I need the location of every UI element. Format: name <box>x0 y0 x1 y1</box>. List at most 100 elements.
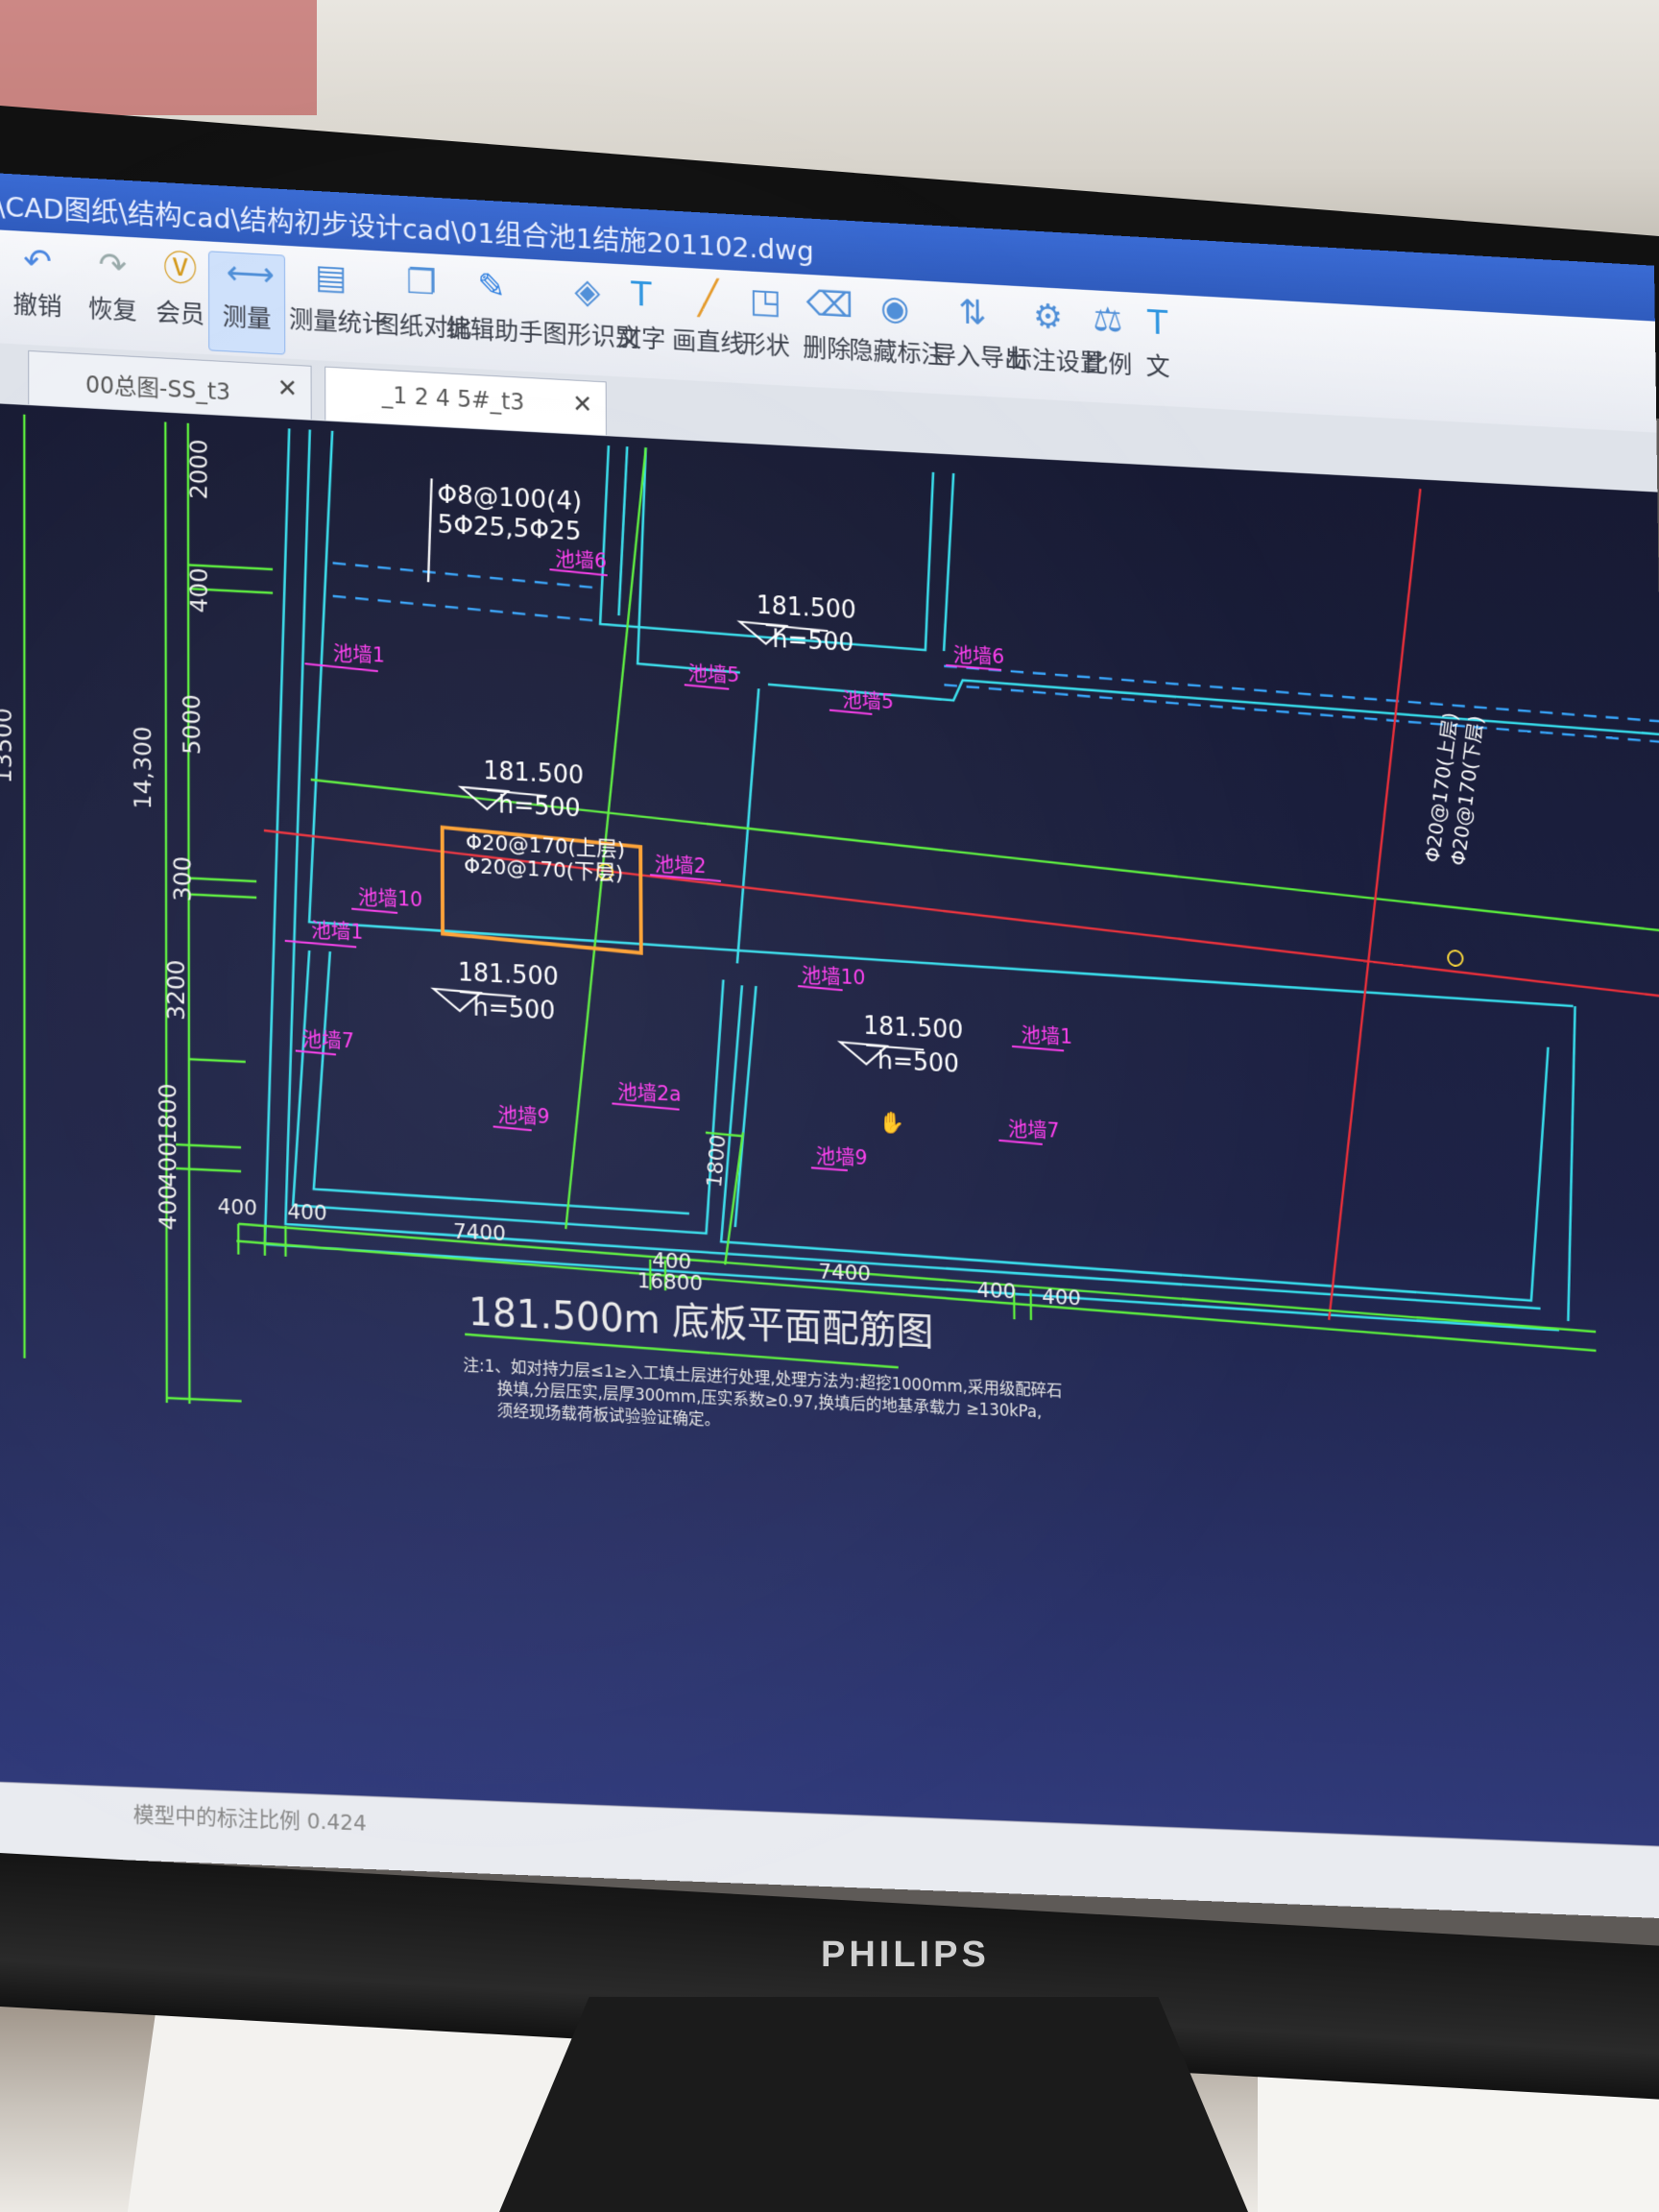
import-export-icon: ⇅ <box>958 293 987 333</box>
wall-label: 池墙1 <box>1021 1022 1072 1048</box>
dim-bottom: 7400 <box>453 1219 506 1246</box>
toolbar-button[interactable]: ⚖ 比例 <box>1075 299 1141 399</box>
elevation-value: 181.500 <box>458 958 559 992</box>
dim-inner: 1800 <box>703 1133 731 1189</box>
wall-label: 池墙9 <box>497 1103 549 1129</box>
wall-label: 池墙6 <box>953 642 1004 668</box>
plan-title: 181.500m 底板平面配筋图 <box>469 1290 934 1355</box>
pool-walls <box>263 427 1659 1335</box>
dim-bottom: 400 <box>287 1200 326 1226</box>
dim-total-left: 14,300 <box>129 726 156 810</box>
close-icon[interactable]: ✕ <box>572 390 592 419</box>
toolbar-button-label: 画直线 <box>671 326 745 359</box>
dim-3200: 3200 <box>162 959 190 1022</box>
toolbar-button[interactable]: ⟷ 测量 <box>207 251 286 355</box>
dim-far-left: 13500 <box>0 707 17 783</box>
dim-total-bottom: 16800 <box>637 1269 703 1296</box>
dim-bottom: 400 <box>976 1279 1016 1305</box>
slab-height: h=500 <box>772 625 854 658</box>
toolbar-button[interactable]: ▤ 测量统计 <box>288 255 387 358</box>
ruler-icon: ⟷ <box>226 253 275 296</box>
redo-icon: ↷ <box>98 245 128 286</box>
toolbar-button-label: 形状 <box>741 330 790 362</box>
toolbar-button[interactable]: ✎ 编辑助手 <box>445 264 542 367</box>
wall-label: 池墙2a <box>617 1080 682 1106</box>
dim-400: 400 <box>185 567 213 614</box>
toolbar-button[interactable]: ◉ 隐藏标注 <box>849 286 945 389</box>
wall-label: 池墙1 <box>311 918 363 944</box>
screen: \CAD图纸\结构cad\结构初步设计cad\01组合池1结施201102.dw… <box>0 173 1659 1919</box>
slab-height: h=500 <box>498 790 581 823</box>
toolbar-button-label: 删除 <box>803 333 852 365</box>
toolbar-button-label: 撤销 <box>12 291 62 323</box>
dim-400b: 400 <box>154 1141 181 1188</box>
toolbar-button[interactable]: ⇅ 导入导出 <box>931 291 1029 393</box>
text-icon: T <box>1146 303 1168 344</box>
wall-label: 池墙9 <box>816 1143 868 1169</box>
measure-stats-icon: ▤ <box>315 257 348 299</box>
monitor: \CAD图纸\结构cad\结构初步设计cad\01组合池1结施201102.dw… <box>0 0 1659 2212</box>
toolbar-button-label: 导入导出 <box>931 341 1029 374</box>
wall-label: 池墙10 <box>358 885 422 911</box>
vip-icon: Ⓥ <box>163 249 198 290</box>
shapes-icon: ◳ <box>749 281 781 323</box>
left-dimension-texts: 13500 14,300 2000 400 5000 300 3200 1800… <box>0 439 213 1231</box>
elevation-marker: 181.500 h=500 <box>739 591 856 658</box>
dim-400c: 400 <box>154 1184 181 1231</box>
elevation-value: 181.500 <box>757 591 856 625</box>
eraser-icon: ⌫ <box>805 284 854 326</box>
tab-label: 00总图-SS_t3 <box>85 371 231 406</box>
monitor-stand <box>499 1997 1248 2212</box>
toolbar-button[interactable]: ◳ 形状 <box>737 280 794 381</box>
wall-label: 池墙5 <box>842 687 894 713</box>
toolbar-button[interactable]: ╱ 画直线 <box>671 276 746 378</box>
slab-height: h=500 <box>473 993 556 1025</box>
scale-icon: ⚖ <box>1093 300 1123 341</box>
compare-icon: ❐ <box>406 262 437 303</box>
left-dimension-lines <box>24 415 273 1407</box>
toolbar-button-label: 文 <box>1145 352 1170 383</box>
dim-bottom: 400 <box>218 1195 257 1221</box>
settings-icon: ⚙ <box>1033 297 1064 338</box>
elevation-markers: 181.500 h=500 181.500 h=500 181.500 h=50… <box>432 591 963 1079</box>
toolbar-button[interactable]: ↶ 撤销 <box>10 240 66 341</box>
wall-label: 池墙5 <box>688 661 740 687</box>
toolbar-button[interactable]: Ⓥ 会员 <box>152 248 208 349</box>
floor-plan[interactable]: 13500 14,300 2000 400 5000 300 3200 1800… <box>0 403 1659 1846</box>
dim-2000: 2000 <box>184 439 212 500</box>
dim-bottom: 7400 <box>818 1260 871 1286</box>
toolbar-button-label: 会员 <box>156 299 205 330</box>
tab-label: _1 2 4 5#_t3 <box>381 381 525 416</box>
selected-rebar-notes: Φ20@170(上层) Φ20@170(下层) <box>464 830 625 886</box>
text-icon: T <box>631 275 652 315</box>
toolbar-button-label: 测量统计 <box>288 305 387 340</box>
toolbar-button-label: 恢复 <box>87 295 137 326</box>
wall-label: 池墙6 <box>555 547 607 573</box>
elevation-marker: 181.500 h=500 <box>433 958 559 1026</box>
drawing-canvas[interactable]: 13500 14,300 2000 400 5000 300 3200 1800… <box>0 402 1659 1847</box>
shape-recognize-icon: ◈ <box>574 272 601 312</box>
toolbar-button-label: 测量 <box>222 302 272 335</box>
toolbar-button[interactable]: T 文字 <box>615 274 668 374</box>
main-rebar-note: 5Φ25,5Φ25 <box>438 510 582 547</box>
toolbar-button[interactable]: ↷ 恢复 <box>84 244 141 345</box>
toolbar-button[interactable]: ⌫ 删除 <box>799 283 855 384</box>
dim-300: 300 <box>168 855 196 902</box>
elevation-marker: 181.500 h=500 <box>840 1012 963 1079</box>
wall-label: 池墙7 <box>1008 1117 1060 1142</box>
elevation-value: 181.500 <box>863 1012 963 1046</box>
eye-icon: ◉ <box>879 288 910 329</box>
dim-1800: 1800 <box>154 1083 181 1145</box>
status-text: 模型中的标注比例 0.424 <box>132 1803 367 1837</box>
plan-title-block: 181.500m 底板平面配筋图 注:1、如对持力层≤1≥入工填土层进行处理,处… <box>463 1290 1063 1430</box>
toolbar-button[interactable]: T文 <box>1135 301 1182 401</box>
wall-label: 池墙2 <box>655 852 707 878</box>
elevation-marker: 181.500 h=500 <box>457 757 584 824</box>
undo-icon: ↶ <box>23 241 52 282</box>
close-icon[interactable]: ✕ <box>277 374 298 404</box>
brand-logo: PHILIPS <box>821 1935 990 1975</box>
wall-label: 池墙7 <box>302 1027 354 1053</box>
toolbar-button-label: 文字 <box>616 324 666 355</box>
wall-label: 池墙10 <box>802 963 866 989</box>
slab-height: h=500 <box>878 1046 959 1079</box>
